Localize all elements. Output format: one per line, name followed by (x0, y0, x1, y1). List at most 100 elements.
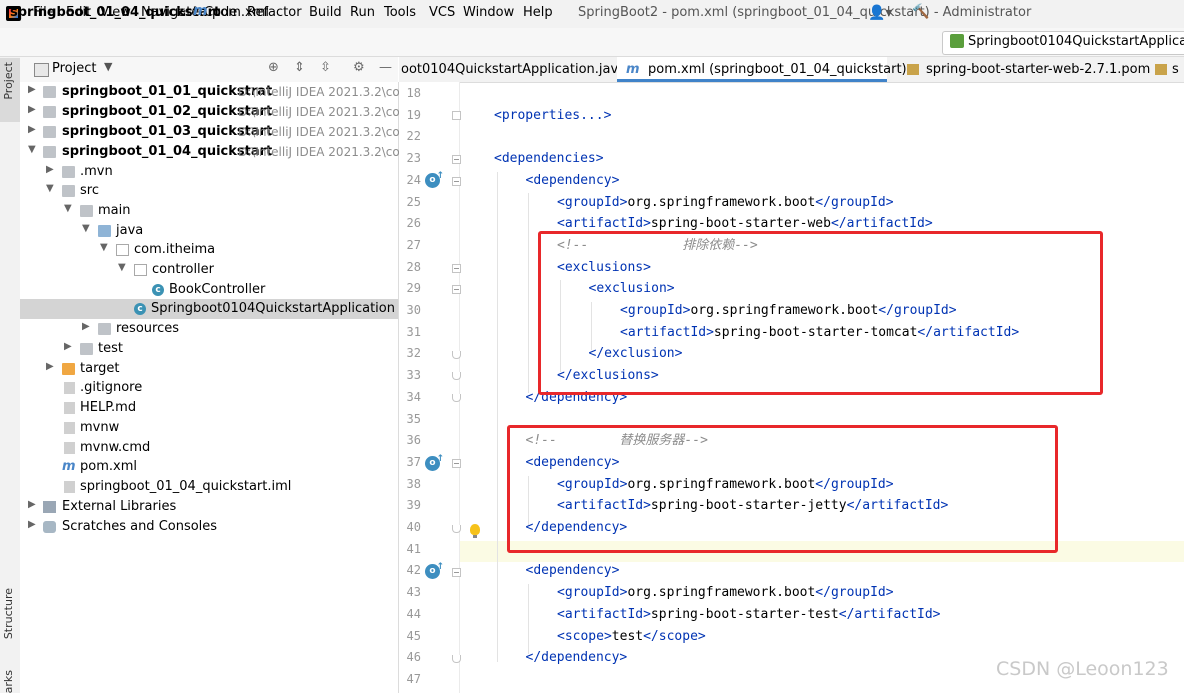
chevron-right-icon[interactable]: ▶ (28, 84, 36, 95)
chevron-down-icon[interactable]: ▼ (28, 144, 36, 155)
chevron-down-icon[interactable]: ▼ (118, 262, 126, 273)
tab-application-java[interactable]: oot0104QuickstartApplication.java (399, 57, 626, 82)
fold-marker-icon[interactable] (452, 459, 461, 468)
tool-window-bookmarks-label[interactable]: arks (2, 670, 15, 693)
tree-item-com-itheima[interactable]: ▼ com.itheima (20, 240, 398, 260)
tree-item-mvn[interactable]: ▶ .mvn (20, 162, 398, 182)
maven-dependency-icon[interactable]: o (425, 560, 444, 579)
excluded-folder-icon (62, 363, 75, 375)
module-folder-icon (43, 106, 56, 118)
menu-window[interactable]: Window (463, 5, 514, 20)
expand-all-icon[interactable]: ⇕ (294, 60, 305, 75)
menu-help[interactable]: Help (523, 5, 553, 20)
chevron-right-icon[interactable]: ▶ (28, 499, 36, 510)
tree-item-mvnw-cmd[interactable]: mvnw.cmd (20, 438, 398, 458)
tree-item-project-03[interactable]: ▶ springboot_01_03_quickstart D:\Intelli… (20, 122, 407, 142)
tree-item-path: D:\IntelliJ IDEA 2021.3.2\cod (238, 125, 408, 139)
maven-file-icon: m (626, 62, 640, 77)
watermark: CSDN @Leoon123 (996, 658, 1169, 680)
fold-marker-icon[interactable] (452, 394, 461, 402)
tree-item-label: com.itheima (134, 242, 216, 257)
tree-item-external-libraries[interactable]: ▶ External Libraries (20, 497, 398, 517)
tree-item-project-02[interactable]: ▶ springboot_01_02_quickstart D:\Intelli… (20, 102, 407, 122)
tree-item-label: main (98, 203, 131, 218)
chevron-right-icon[interactable]: ▶ (82, 321, 90, 332)
breadcrumb-project[interactable]: springboot_01_04_quickstart (10, 5, 220, 20)
line-number: 33 (406, 368, 421, 383)
lightbulb-icon[interactable] (470, 524, 480, 538)
hide-panel-icon[interactable]: — (379, 60, 392, 75)
menu-build[interactable]: Build (309, 5, 342, 20)
maven-dependency-icon[interactable]: o (425, 452, 444, 471)
tree-item-resources[interactable]: ▶ resources (20, 319, 398, 339)
tree-item-target[interactable]: ▶ target (20, 359, 398, 379)
line-number: 30 (406, 303, 421, 317)
chevron-right-icon[interactable]: ▶ (64, 341, 72, 352)
menu-vcs[interactable]: VCS (429, 5, 455, 20)
tab-starter-web-pom[interactable]: spring-boot-starter-web-2.7.1.pom (890, 57, 1150, 82)
menu-run[interactable]: Run (350, 5, 375, 20)
fold-marker-icon[interactable] (452, 568, 461, 577)
tree-item-src[interactable]: ▼ src (20, 181, 398, 201)
menu-tools[interactable]: Tools (384, 5, 416, 20)
build-hammer-icon[interactable]: 🔨 (912, 4, 929, 20)
chevron-right-icon[interactable]: ▶ (28, 519, 36, 530)
tree-item-iml[interactable]: springboot_01_04_quickstart.iml (20, 477, 398, 497)
fold-marker-icon[interactable] (452, 525, 461, 533)
tool-window-structure-label[interactable]: Structure (2, 588, 15, 639)
highlight-box-jetty (507, 425, 1058, 553)
tree-item-bookcontroller[interactable]: c BookController (20, 280, 398, 300)
project-panel-title[interactable]: Project (52, 61, 96, 76)
maven-dependency-icon[interactable]: o (425, 169, 444, 188)
breadcrumb-file[interactable]: pom.xml (212, 5, 269, 20)
fold-marker-icon[interactable] (452, 111, 461, 120)
chevron-down-icon[interactable]: ▼ (100, 242, 108, 253)
code-line: </dependency> (525, 650, 628, 666)
tree-item-project-01[interactable]: ▶ springboot_01_01_quickstrat D:\Intelli… (20, 82, 407, 102)
tree-item-application-class[interactable]: c Springboot0104QuickstartApplication (20, 299, 398, 319)
chevron-down-icon[interactable]: ▼ (82, 223, 90, 234)
chevron-right-icon[interactable]: ▶ (28, 124, 36, 135)
code-line: <properties...> (494, 107, 612, 123)
fold-marker-icon[interactable] (452, 177, 461, 186)
fold-marker-icon[interactable] (452, 351, 461, 359)
tree-item-java[interactable]: ▼ java (20, 221, 398, 241)
chevron-right-icon[interactable]: ▶ (28, 104, 36, 115)
tree-item-test[interactable]: ▶ test (20, 339, 398, 359)
tab-pom-xml[interactable]: m pom.xml (springboot_01_04_quickstart) (617, 57, 907, 82)
tree-item-project-04[interactable]: ▼ springboot_01_04_quickstart D:\Intelli… (20, 142, 407, 162)
module-folder-icon (43, 86, 56, 98)
tree-item-mvnw[interactable]: mvnw (20, 418, 398, 438)
tree-item-label: target (80, 361, 120, 376)
tree-item-pom-xml[interactable]: m pom.xml (20, 457, 398, 477)
fold-marker-icon[interactable] (452, 655, 461, 663)
tree-item-gitignore[interactable]: .gitignore (20, 378, 398, 398)
tree-item-label: .mvn (80, 164, 113, 179)
tree-item-main[interactable]: ▼ main (20, 201, 398, 221)
breadcrumb-separator-icon: › (182, 4, 188, 19)
chevron-down-icon[interactable]: ▼ (64, 203, 72, 214)
line-number: 47 (406, 671, 421, 686)
tree-item-scratches[interactable]: ▶ Scratches and Consoles (20, 517, 398, 537)
collapse-all-icon[interactable]: ⇳ (320, 60, 331, 75)
line-number: 31 (406, 324, 421, 339)
chevron-right-icon[interactable]: ▶ (46, 164, 54, 175)
fold-marker-icon[interactable] (452, 285, 461, 294)
gear-icon[interactable]: ⚙ (353, 60, 365, 75)
text-file-icon (64, 422, 75, 434)
code-line: <dependency> (525, 172, 620, 188)
chevron-down-icon[interactable]: ▼ (104, 60, 112, 73)
tree-item-label: controller (152, 262, 215, 277)
line-number: 41 (406, 541, 421, 556)
locate-file-icon[interactable]: ⊕ (268, 60, 279, 75)
tree-item-help-md[interactable]: HELP.md (20, 398, 398, 418)
fold-marker-icon[interactable] (452, 264, 461, 273)
line-number: 18 (406, 86, 421, 100)
tree-item-controller[interactable]: ▼ controller (20, 260, 398, 280)
tab-overflow[interactable]: s (1148, 57, 1184, 82)
chevron-right-icon[interactable]: ▶ (46, 361, 54, 372)
fold-marker-icon[interactable] (452, 372, 461, 380)
fold-marker-icon[interactable] (452, 155, 461, 164)
chevron-down-icon[interactable]: ▼ (46, 183, 54, 194)
user-icon[interactable]: 👤▾ (868, 5, 892, 21)
